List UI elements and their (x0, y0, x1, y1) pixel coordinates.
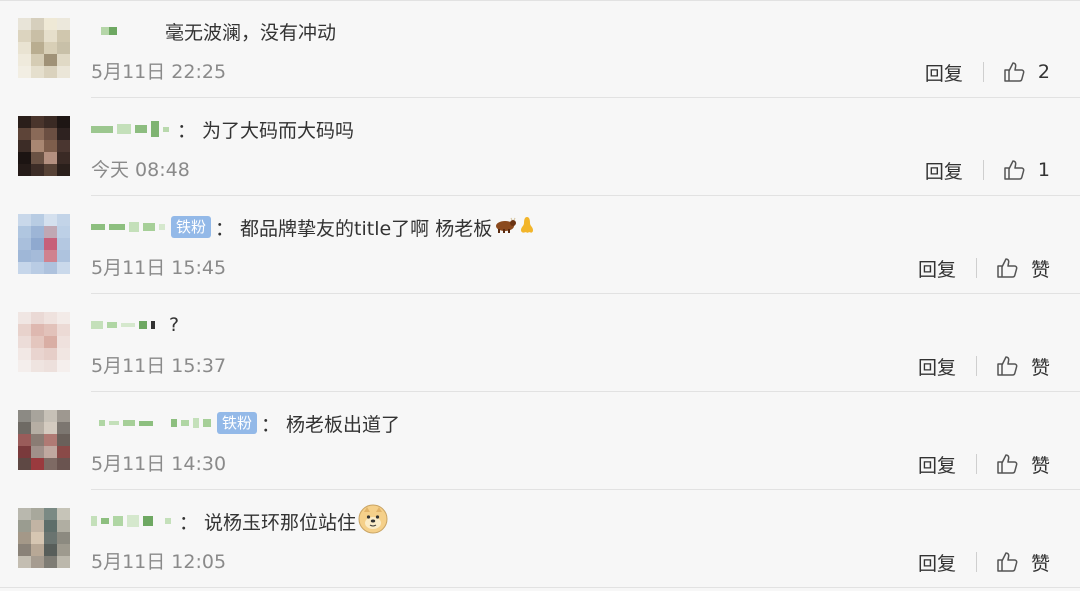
comment-list: 毫无波澜，没有冲动 5月11日 22:25 回复 2 ： 为了大码而大码吗 今天… (0, 0, 1080, 588)
comment-item: ? 5月11日 15:37 回复 赞 (0, 294, 1080, 392)
comment-time: 5月11日 15:45 (91, 257, 227, 279)
comment-body: ： 说杨玉环那位站住 (91, 504, 388, 538)
comment-actions: 回复 赞 (918, 252, 1050, 284)
reply-button[interactable]: 回复 (925, 59, 963, 86)
avatar[interactable] (18, 410, 70, 470)
reply-button[interactable]: 回复 (918, 353, 956, 380)
avatar[interactable] (18, 18, 70, 78)
thumbs-up-icon (997, 258, 1018, 278)
like-button[interactable]: 2 (1002, 60, 1050, 84)
like-count: 2 (1037, 61, 1050, 83)
comment-body: ? (91, 310, 179, 340)
reply-button[interactable]: 回复 (918, 255, 956, 282)
comment-actions: 回复 1 (925, 154, 1050, 186)
like-button[interactable]: 赞 (995, 255, 1050, 282)
avatar[interactable] (18, 116, 70, 176)
comment-item: 铁粉 ： 杨老板出道了 5月11日 14:30 回复 赞 (0, 392, 1080, 490)
comment-item: 铁粉 ： 都品牌挚友的title了啊 杨老板 5月11日 15:45 回复 赞 (0, 196, 1080, 294)
comment-time: 5月11日 12:05 (91, 551, 227, 573)
username-masked[interactable] (91, 506, 175, 536)
username-masked[interactable] (91, 408, 215, 438)
comment-text: 说杨玉环那位站住 (204, 511, 357, 534)
like-label: 赞 (1030, 356, 1050, 379)
comment-body: 毫无波澜，没有冲动 (91, 16, 336, 46)
like-label: 赞 (1030, 258, 1050, 281)
reply-button[interactable]: 回复 (918, 549, 956, 576)
username-masked[interactable] (91, 310, 159, 340)
thumbs-up-icon (997, 356, 1018, 376)
nose-emoji-icon (518, 215, 536, 239)
comment-body: 铁粉 ： 都品牌挚友的title了啊 杨老板 (91, 212, 536, 242)
action-divider (982, 160, 984, 180)
comment-time: 5月11日 22:25 (91, 61, 227, 83)
comment-text: ? (169, 314, 180, 336)
fan-badge[interactable]: 铁粉 (171, 216, 212, 238)
comment-actions: 回复 赞 (918, 448, 1050, 480)
like-count: 1 (1037, 159, 1050, 181)
action-divider (982, 62, 984, 82)
cow-emoji-icon (494, 216, 517, 238)
comment-time: 今天 08:48 (91, 159, 190, 181)
action-divider (975, 454, 977, 474)
avatar[interactable] (18, 312, 70, 372)
comment-actions: 回复 赞 (918, 350, 1050, 382)
comment-time: 5月11日 15:37 (91, 355, 227, 377)
comment-text: 杨老板出道了 (286, 413, 401, 436)
like-button[interactable]: 赞 (995, 451, 1050, 478)
like-button[interactable]: 1 (1002, 158, 1050, 182)
reply-button[interactable]: 回复 (925, 157, 963, 184)
comment-item: ： 说杨玉环那位站住 5月11日 12:05 回复 赞 (0, 490, 1080, 588)
like-button[interactable]: 赞 (995, 549, 1050, 576)
like-label: 赞 (1030, 454, 1050, 477)
doge-emoji-icon (358, 504, 388, 538)
comment-actions: 回复 2 (925, 56, 1050, 88)
comment-actions: 回复 赞 (918, 546, 1050, 578)
comment-text: 都品牌挚友的title了啊 杨老板 (240, 217, 493, 240)
comment-item: ： 为了大码而大码吗 今天 08:48 回复 1 (0, 98, 1080, 196)
comment-body: 铁粉 ： 杨老板出道了 (91, 408, 400, 438)
action-divider (975, 356, 977, 376)
avatar[interactable] (18, 214, 70, 274)
thumbs-up-icon (997, 454, 1018, 474)
name-separator: ： (179, 511, 199, 534)
fan-badge[interactable]: 铁粉 (217, 412, 258, 434)
thumbs-up-icon (1004, 160, 1025, 180)
name-separator: ： (261, 413, 281, 436)
username-masked[interactable] (91, 212, 169, 242)
action-divider (975, 552, 977, 572)
comment-text: 毫无波澜，没有冲动 (165, 21, 337, 44)
comment-time: 5月11日 14:30 (91, 453, 227, 475)
like-button[interactable]: 赞 (995, 353, 1050, 380)
action-divider (975, 258, 977, 278)
username-masked[interactable] (91, 114, 173, 144)
thumbs-up-icon (997, 552, 1018, 572)
username-masked[interactable] (91, 16, 165, 46)
like-label: 赞 (1030, 552, 1050, 575)
name-separator: ： (177, 119, 197, 142)
name-separator: ： (215, 217, 235, 240)
comment-item: 毫无波澜，没有冲动 5月11日 22:25 回复 2 (0, 0, 1080, 98)
reply-button[interactable]: 回复 (918, 451, 956, 478)
thumbs-up-icon (1004, 62, 1025, 82)
comment-body: ： 为了大码而大码吗 (91, 114, 354, 144)
comment-text: 为了大码而大码吗 (202, 119, 355, 142)
avatar[interactable] (18, 508, 70, 568)
